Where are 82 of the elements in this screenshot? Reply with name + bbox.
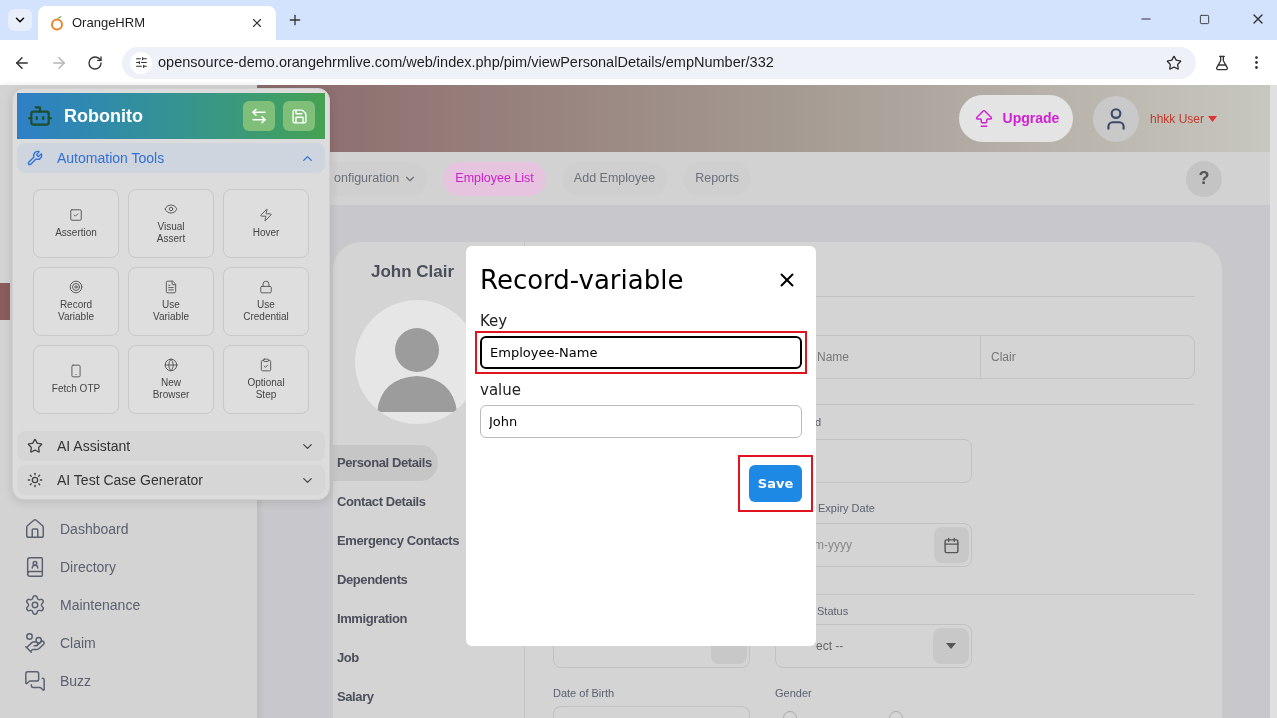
caret-down-icon: [946, 643, 956, 649]
upgrade-button[interactable]: Upgrade: [958, 95, 1073, 142]
profile-tab[interactable]: Contact Details: [333, 484, 432, 520]
swap-arrows-icon: [250, 107, 268, 125]
wrench-icon: [27, 150, 43, 166]
section-header[interactable]: AI Assistant: [17, 431, 325, 461]
field-label: value: [480, 380, 522, 401]
tab-search-button[interactable]: [8, 9, 32, 31]
profile-tab[interactable]: Immigration: [333, 601, 413, 637]
nav-tab[interactable]: Employee List: [443, 161, 546, 196]
tab-title: OrangeHRM: [72, 14, 146, 33]
field-label: d: [814, 415, 823, 429]
text-field[interactable]: Employee-Name: [480, 336, 802, 369]
address-bar[interactable]: opensource-demo.orangehrmlive.com/web/index.php/pim/viewPersonalDetails/empNumber/332: [122, 46, 1196, 79]
sidebar-item[interactable]: Dashboard: [0, 510, 257, 548]
tool-button[interactable]: Hover: [223, 189, 309, 258]
profile-tab[interactable]: Emergency Contacts: [333, 523, 466, 559]
robot-icon: [27, 103, 53, 129]
url-text: opensource-demo.orangehrmlive.com/web/index.php/pim/viewPersonalDetails/empNumber/332: [158, 52, 775, 72]
home-icon: [24, 518, 46, 540]
sun-icon: [27, 472, 43, 488]
tool-button[interactable]: Use Variable: [128, 267, 214, 336]
middle-name-field[interactable]: Name: [817, 348, 849, 366]
maximize-icon[interactable]: [1199, 14, 1210, 25]
caret-down-icon: [1208, 115, 1217, 122]
tool-button[interactable]: Optional Step: [223, 345, 309, 414]
flask-icon[interactable]: [1214, 54, 1230, 71]
dialog-title: Record-variable: [480, 264, 685, 297]
target-icon: [69, 280, 83, 294]
reload-icon[interactable]: [87, 54, 103, 71]
user-menu[interactable]: hhkk User: [1149, 109, 1217, 128]
scrollbar[interactable]: [1270, 85, 1277, 718]
save-icon-button[interactable]: [283, 101, 315, 131]
gear-icon: [24, 594, 46, 616]
sidebar-item[interactable]: Buzz: [0, 662, 257, 700]
close-icon[interactable]: [250, 16, 264, 30]
hand-coin-icon: [24, 632, 46, 654]
field-label: Expiry Date: [817, 501, 876, 515]
field-label: Key: [480, 311, 509, 332]
document-icon: [164, 280, 178, 294]
text-field[interactable]: John: [480, 405, 802, 438]
section-header[interactable]: Automation Tools: [17, 143, 325, 173]
new-tab-icon[interactable]: [287, 12, 303, 28]
tool-button[interactable]: Assertion: [33, 189, 119, 258]
active-menu-highlight: [0, 283, 10, 320]
sidebar-item[interactable]: Directory: [0, 548, 257, 586]
tool-button[interactable]: Fetch OTP: [33, 345, 119, 414]
sidebar-item[interactable]: Maintenance: [0, 586, 257, 624]
panel-title: Robonito: [64, 104, 144, 128]
globe-icon: [164, 358, 178, 372]
tool-button[interactable]: Visual Assert: [128, 189, 214, 258]
profile-tab[interactable]: Job: [333, 640, 365, 676]
tool-button[interactable]: Use Credential: [223, 267, 309, 336]
clipboard-icon: [259, 358, 273, 372]
profile-tab[interactable]: Personal Details: [333, 445, 438, 481]
lightning-icon: [259, 208, 273, 222]
swap-button[interactable]: [243, 101, 275, 131]
calendar-icon: [943, 536, 960, 554]
star-icon: [27, 438, 43, 454]
eye-icon: [164, 202, 178, 216]
calendar-button[interactable]: [934, 527, 969, 563]
section-header[interactable]: AI Test Case Generator: [17, 465, 325, 495]
address-book-icon: [24, 556, 46, 578]
save-button[interactable]: Save: [749, 465, 802, 502]
field-label: Gender: [775, 686, 813, 700]
phone-icon: [69, 364, 83, 378]
fruit-icon: [50, 15, 64, 31]
chat-icon: [24, 670, 46, 692]
checkbox-icon: [69, 208, 83, 222]
bookmark-star-icon[interactable]: [1166, 54, 1182, 71]
lock-icon: [259, 280, 273, 294]
field-label: Status: [816, 604, 850, 618]
profile-tab[interactable]: Dependents: [333, 562, 414, 598]
field-label: Date of Birth: [553, 686, 616, 700]
site-info-icon[interactable]: [134, 56, 148, 69]
last-name-field[interactable]: Clair: [991, 348, 1016, 366]
tool-button[interactable]: Record Variable: [33, 267, 119, 336]
sidebar-item[interactable]: Claim: [0, 624, 257, 662]
tool-button[interactable]: New Browser: [128, 345, 214, 414]
profile-tab[interactable]: Salary: [333, 679, 380, 715]
help-button[interactable]: ?: [1186, 160, 1222, 197]
browser-tab[interactable]: OrangeHRM: [38, 6, 276, 40]
